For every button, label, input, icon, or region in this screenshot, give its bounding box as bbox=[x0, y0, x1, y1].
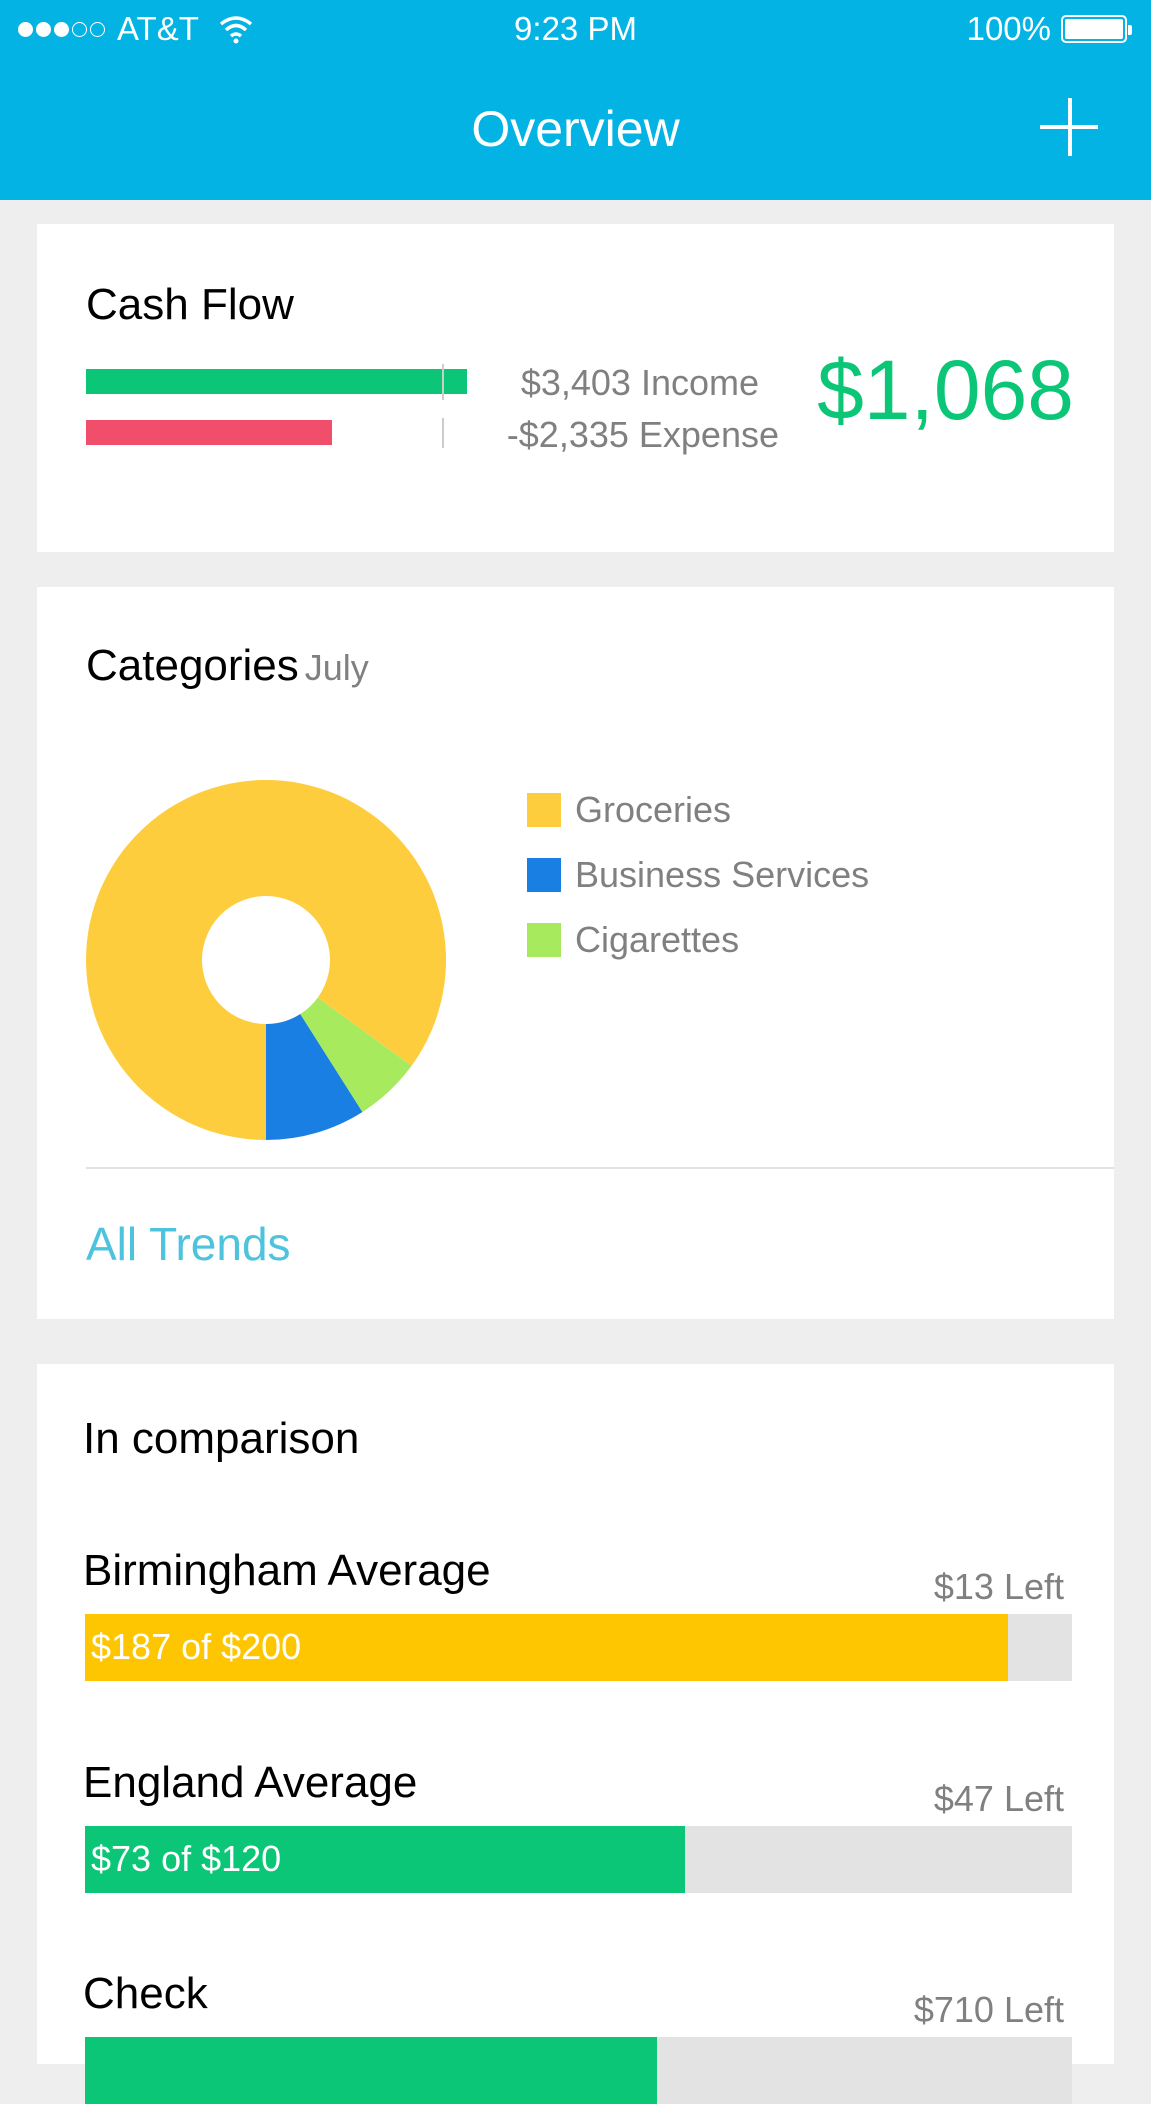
divider bbox=[86, 1167, 1114, 1169]
income-amount: $3,403 Income bbox=[520, 362, 759, 403]
progress-fill bbox=[85, 2037, 658, 2104]
categories-heading: Categories bbox=[86, 641, 299, 690]
progress-track bbox=[85, 2037, 1072, 2104]
progress-label: $73 of $120 bbox=[91, 1838, 282, 1879]
legend-swatch bbox=[527, 792, 561, 827]
battery-level bbox=[1065, 19, 1123, 39]
legend-item-cigarettes[interactable]: Cigarettes bbox=[527, 907, 869, 972]
progress-track: $73 of $120 bbox=[85, 1826, 1072, 1893]
net-cash-flow: $1,068 bbox=[817, 343, 1074, 437]
legend-label: Cigarettes bbox=[575, 918, 740, 960]
expense-amount: -$2,335 Expense bbox=[506, 414, 779, 455]
comparison-remaining: $13 Left bbox=[933, 1566, 1064, 1607]
legend-item-groceries[interactable]: Groceries bbox=[527, 777, 869, 842]
legend-label: Groceries bbox=[575, 788, 732, 830]
progress-label: $187 of $200 bbox=[91, 1626, 302, 1667]
progress-track: $187 of $200 bbox=[85, 1614, 1072, 1681]
battery-percent: 100% bbox=[966, 10, 1051, 47]
battery-icon bbox=[1061, 15, 1132, 43]
comparison-name: England Average bbox=[83, 1758, 418, 1807]
expense-bar bbox=[86, 420, 332, 445]
comparison-name: Birmingham Average bbox=[83, 1546, 491, 1595]
income-bar bbox=[86, 369, 467, 394]
status-bar: AT&T 9:23 PM 100% bbox=[0, 0, 1151, 60]
cash-flow-title: Cash Flow bbox=[86, 280, 294, 329]
comparison-name: Check bbox=[83, 1969, 208, 2018]
add-button[interactable] bbox=[1040, 98, 1098, 156]
legend-swatch bbox=[527, 857, 561, 892]
legend-label: Business Services bbox=[575, 853, 870, 895]
categories-period: July bbox=[304, 647, 369, 688]
legend-item-business-services[interactable]: Business Services bbox=[527, 842, 869, 907]
navigation-bar: Overview bbox=[0, 60, 1151, 200]
comparison-title: In comparison bbox=[83, 1414, 360, 1463]
comparison-card: In comparison Birmingham Average $13 Lef… bbox=[37, 1364, 1114, 2104]
status-right: 100% bbox=[966, 10, 1132, 48]
comparison-remaining: $710 Left bbox=[913, 1989, 1064, 2030]
comparison-remaining: $47 Left bbox=[933, 1778, 1064, 1819]
categories-donut-chart[interactable] bbox=[85, 779, 447, 1141]
chart-legend: Groceries Business Services Cigarettes bbox=[527, 777, 869, 972]
expense-tick-marker bbox=[442, 418, 444, 448]
categories-title: Categories July bbox=[86, 641, 369, 691]
page-title: Overview bbox=[471, 101, 680, 157]
categories-card: Categories July Groceries Business Servic… bbox=[37, 587, 1114, 1319]
cash-flow-card[interactable]: Cash Flow $3,403 Income -$2,335 Expense … bbox=[37, 224, 1114, 552]
legend-swatch bbox=[527, 922, 561, 957]
income-tick-marker bbox=[442, 364, 444, 400]
all-trends-link[interactable]: All Trends bbox=[86, 1217, 291, 1271]
